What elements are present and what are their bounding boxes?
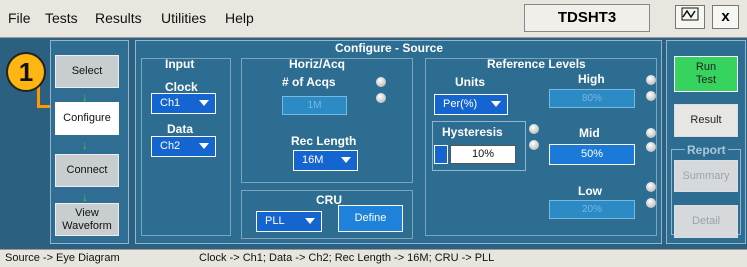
cru-dropdown[interactable]: PLL bbox=[256, 211, 322, 232]
mid-field[interactable]: 50% bbox=[549, 144, 635, 165]
nav-view-waveform-button[interactable]: View Waveform bbox=[55, 203, 119, 236]
clock-label: Clock bbox=[165, 80, 198, 94]
panel-title: Configure - Source bbox=[335, 41, 444, 55]
knob-icon[interactable] bbox=[529, 124, 539, 134]
summary-button: Summary bbox=[674, 160, 738, 192]
detail-button: Detail bbox=[674, 205, 738, 238]
rec-length-label: Rec Length bbox=[291, 134, 357, 148]
horiz-acq-heading: Horiz/Acq bbox=[289, 57, 346, 71]
nav-connect-button[interactable]: Connect bbox=[55, 154, 119, 187]
menu-results[interactable]: Results bbox=[95, 10, 142, 26]
knob-icon[interactable] bbox=[646, 142, 656, 152]
acqs-label: # of Acqs bbox=[282, 75, 336, 89]
chevron-down-icon bbox=[491, 101, 501, 107]
nav-configure-button[interactable]: Configure bbox=[55, 102, 119, 135]
menu-help[interactable]: Help bbox=[225, 10, 254, 26]
product-title: TDSHT3 bbox=[524, 4, 650, 32]
chevron-down-icon bbox=[341, 157, 351, 163]
clock-dropdown[interactable]: Ch1 bbox=[151, 93, 216, 114]
status-left: Source -> Eye Diagram bbox=[5, 252, 120, 264]
knob-icon[interactable] bbox=[376, 77, 386, 87]
knob-icon[interactable] bbox=[376, 93, 386, 103]
input-heading: Input bbox=[165, 57, 195, 71]
rec-length-dropdown[interactable]: 16M bbox=[293, 150, 358, 171]
down-arrow-icon: ↓ bbox=[82, 190, 88, 204]
chevron-down-icon bbox=[199, 100, 209, 106]
nav-select-button[interactable]: Select bbox=[55, 55, 119, 88]
reference-levels-heading: Reference Levels bbox=[487, 57, 586, 71]
status-bar: Source -> Eye Diagram Clock -> Ch1; Data… bbox=[0, 249, 747, 267]
units-label: Units bbox=[455, 75, 485, 89]
data-dropdown[interactable]: Ch2 bbox=[151, 136, 216, 157]
knob-icon[interactable] bbox=[646, 128, 656, 138]
knob-icon[interactable] bbox=[646, 198, 656, 208]
hysteresis-label: Hysteresis bbox=[442, 125, 503, 139]
close-button[interactable]: x bbox=[712, 5, 739, 29]
result-button[interactable]: Result bbox=[674, 104, 738, 137]
down-arrow-icon: ↓ bbox=[82, 138, 88, 152]
chevron-down-icon bbox=[305, 218, 315, 224]
acqs-field: 1M bbox=[282, 96, 347, 115]
knob-icon[interactable] bbox=[646, 75, 656, 85]
knob-icon[interactable] bbox=[646, 91, 656, 101]
menu-utilities[interactable]: Utilities bbox=[161, 10, 206, 26]
menu-tests[interactable]: Tests bbox=[45, 10, 78, 26]
keypad-icon[interactable] bbox=[434, 145, 448, 164]
mid-label: Mid bbox=[579, 126, 600, 140]
data-label: Data bbox=[167, 122, 194, 136]
define-button[interactable]: Define bbox=[338, 205, 403, 232]
waveform-icon[interactable] bbox=[675, 5, 705, 29]
knob-icon[interactable] bbox=[646, 182, 656, 192]
report-heading: Report bbox=[685, 143, 728, 157]
chevron-down-icon bbox=[199, 143, 209, 149]
knob-icon[interactable] bbox=[529, 140, 539, 150]
menu-file[interactable]: File bbox=[8, 10, 31, 26]
status-right: Clock -> Ch1; Data -> Ch2; Rec Length ->… bbox=[199, 252, 495, 264]
run-test-button[interactable]: Run Test bbox=[674, 56, 738, 92]
menubar: File Tests Results Utilities Help TDSHT3… bbox=[0, 0, 747, 38]
high-label: High bbox=[578, 72, 605, 86]
hysteresis-field[interactable]: 10% bbox=[450, 145, 516, 164]
step-marker: 1 bbox=[6, 52, 46, 92]
low-label: Low bbox=[578, 184, 602, 198]
low-field: 20% bbox=[549, 200, 635, 219]
units-dropdown[interactable]: Per(%) bbox=[434, 94, 508, 115]
high-field: 80% bbox=[549, 89, 635, 108]
